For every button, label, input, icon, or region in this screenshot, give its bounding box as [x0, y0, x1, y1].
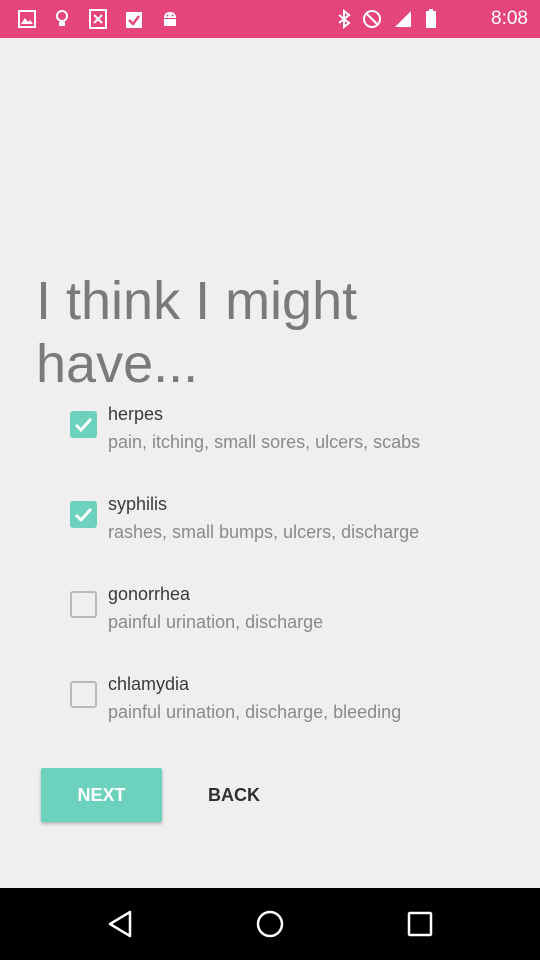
option-title: gonorrhea — [108, 584, 191, 604]
bluetooth-icon — [333, 8, 355, 30]
signal-icon — [392, 8, 414, 30]
option-title: herpes — [108, 404, 164, 424]
do-not-disturb-icon — [361, 8, 383, 30]
option-syphilis[interactable]: syphilis rashes, small bumps, ulcers, di… — [0, 494, 540, 574]
x-box-icon — [87, 8, 109, 30]
check-icon — [74, 417, 93, 433]
android-icon — [159, 8, 181, 30]
option-description: painful urination, discharge, bleeding — [108, 702, 402, 722]
option-herpes[interactable]: herpes pain, itching, small sores, ulcer… — [0, 404, 540, 484]
recents-square-icon[interactable] — [400, 906, 440, 942]
home-circle-icon[interactable] — [250, 906, 290, 942]
option-gonorrhea[interactable]: gonorrhea painful urination, discharge — [0, 584, 540, 664]
battery-icon — [420, 8, 442, 30]
status-bar: 8:08 — [0, 0, 540, 38]
status-time: 8:08 — [491, 8, 528, 29]
clipboard-check-icon — [123, 8, 145, 30]
syphilis-checkbox[interactable] — [70, 501, 97, 528]
page-title: I think I might have... — [36, 271, 358, 394]
option-title: syphilis — [108, 494, 168, 514]
option-description: rashes, small bumps, ulcers, discharge — [108, 522, 420, 542]
check-icon — [74, 507, 93, 523]
option-chlamydia[interactable]: chlamydia painful urination, discharge, … — [0, 674, 540, 754]
bulb-icon — [51, 8, 73, 30]
option-title: chlamydia — [108, 674, 190, 694]
back-button[interactable]: BACK — [176, 768, 292, 822]
herpes-checkbox[interactable] — [70, 411, 97, 438]
image-icon — [16, 8, 38, 30]
option-description: painful urination, discharge — [108, 612, 324, 632]
next-button[interactable]: NEXT — [41, 768, 162, 822]
option-description: pain, itching, small sores, ulcers, scab… — [108, 432, 421, 452]
back-triangle-icon[interactable] — [100, 906, 140, 942]
gonorrhea-checkbox[interactable] — [70, 591, 97, 618]
chlamydia-checkbox[interactable] — [70, 681, 97, 708]
navigation-bar — [0, 888, 540, 960]
main-content: I think I might have... herpes pain, itc… — [0, 38, 540, 888]
